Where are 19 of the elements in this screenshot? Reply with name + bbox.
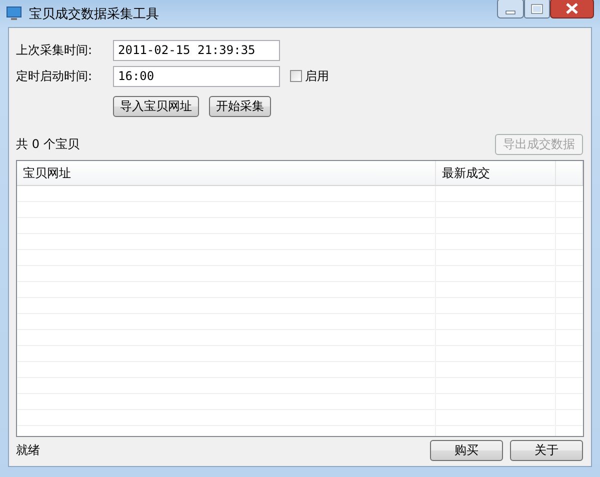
window-title: 宝贝成交数据采集工具 <box>29 6 159 22</box>
item-count-label: 共 0 个宝贝 <box>16 136 80 152</box>
import-button[interactable]: 导入宝贝网址 <box>113 96 199 117</box>
input-field[interactable]: 2011-02-15 21:39:35 <box>113 40 280 60</box>
checkbox[interactable] <box>290 70 302 82</box>
checkbox-label[interactable]: 启用 <box>305 68 329 84</box>
minimize-button[interactable] <box>497 0 524 19</box>
status-text: 就绪 <box>16 442 40 459</box>
input-field[interactable]: 16:00 <box>113 66 280 86</box>
close-button[interactable] <box>550 0 594 19</box>
start-button[interactable]: 开始采集 <box>209 96 271 117</box>
column-header[interactable]: 宝贝网址 <box>17 161 436 185</box>
field-label: 上次采集时间: <box>16 42 94 58</box>
app-monitor-icon <box>6 6 22 21</box>
column-header[interactable]: 最新成交 <box>436 161 556 185</box>
field-label: 定时启动时间: <box>16 68 94 84</box>
buy-button[interactable]: 购买 <box>430 440 503 461</box>
about-button[interactable]: 关于 <box>510 440 583 461</box>
maximize-button[interactable] <box>524 0 550 19</box>
